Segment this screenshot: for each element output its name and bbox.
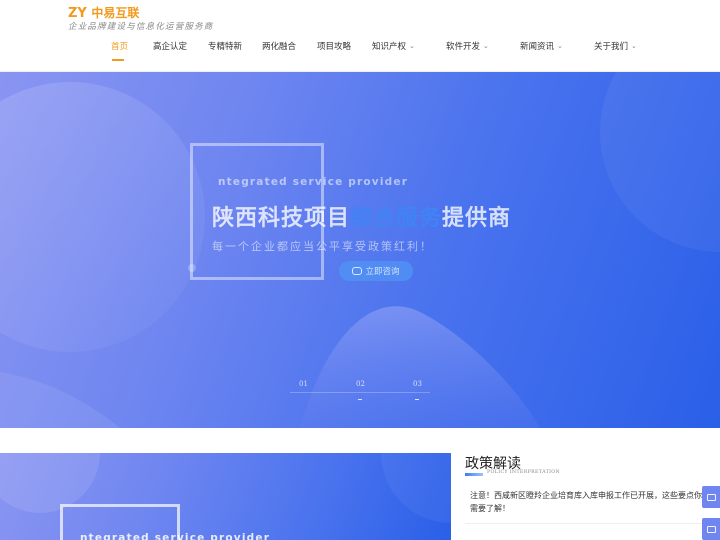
slide-marker xyxy=(358,399,362,400)
nav-item-label: 专精特新 xyxy=(208,42,243,52)
nav-item-ip[interactable]: 知识产权 ⌄ xyxy=(372,40,415,52)
nav-item-high-tech[interactable]: 高企认定 xyxy=(153,40,187,52)
nav-item-label: 项目攻略 xyxy=(317,42,352,52)
nav-item-specialized[interactable]: 专精特新 xyxy=(208,40,242,52)
phone-icon xyxy=(706,525,716,533)
nav-item-integration[interactable]: 两化融合 xyxy=(262,40,296,52)
hero-title-part1: 陕西科技项目 xyxy=(212,206,351,231)
float-phone-button[interactable] xyxy=(702,518,720,540)
nav-item-home[interactable]: 首页 xyxy=(111,40,128,52)
hero-banner[interactable]: ntegrated service provider 陕西科技项目综合服务提供商… xyxy=(0,72,720,428)
policy-banner-image[interactable]: ntegrated service provider xyxy=(0,453,451,540)
chat-icon xyxy=(352,267,363,275)
divider xyxy=(465,523,705,524)
nav-item-software[interactable]: 软件开发 ⌄ xyxy=(446,40,489,52)
nav-item-about[interactable]: 关于我们 ⌄ xyxy=(594,40,637,52)
nav-item-label: 关于我们 xyxy=(594,42,629,52)
message-icon xyxy=(706,493,716,501)
nav-item-news[interactable]: 新闻资讯 ⌄ xyxy=(520,40,563,52)
nav-item-label: 首页 xyxy=(111,42,129,52)
slide-pagination: 01 02 03 xyxy=(290,380,430,414)
hero-title-highlight: 综合服务 xyxy=(350,206,443,231)
slide-dot-3[interactable]: 03 xyxy=(413,380,422,388)
site-header: ZY 中易互联 企业品牌建设与信息化运营服务商 首页 高企认定 专精特新 两化融… xyxy=(0,0,720,72)
policy-section: 政策解读 POLICY INTERPRETATION 注意！西咸新区瞪羚企业培育… xyxy=(465,453,720,540)
chevron-down-icon: ⌄ xyxy=(557,42,563,50)
slide-dot-1[interactable]: 01 xyxy=(299,380,308,388)
consult-button[interactable]: 立即咨询 xyxy=(339,261,413,281)
nav-item-project-guide[interactable]: 项目攻略 xyxy=(317,40,351,52)
lower-subtitle: ntegrated service provider xyxy=(80,532,271,540)
main-nav: 首页 高企认定 专精特新 两化融合 项目攻略 知识产权 ⌄ 软件开发 ⌄ 新闻资讯 ⌄… xyxy=(100,40,700,64)
nav-item-label: 知识产权 xyxy=(372,42,407,52)
logo-wordmark: ZY 中易互联 xyxy=(68,4,139,21)
page: ZY 中易互联 企业品牌建设与信息化运营服务商 首页 高企认定 专精特新 两化融… xyxy=(0,0,720,540)
chevron-down-icon: ⌄ xyxy=(483,42,489,50)
chevron-down-icon: ⌄ xyxy=(409,42,415,50)
hero-subtitle: ntegrated service provider xyxy=(218,176,409,188)
slide-dot-2[interactable]: 02 xyxy=(356,380,365,388)
slide-marker xyxy=(415,399,419,400)
hero-description: 每一个企业都应当公平享受政策红利！ xyxy=(212,240,433,253)
float-contact-button[interactable] xyxy=(702,486,720,508)
nav-active-indicator xyxy=(112,59,124,61)
logo-mark-text: ZY xyxy=(68,6,87,21)
consult-button-label: 立即咨询 xyxy=(365,267,400,277)
nav-item-label: 高企认定 xyxy=(153,42,188,52)
policy-title-bar xyxy=(465,473,483,476)
logo-slogan: 企业品牌建设与信息化运营服务商 xyxy=(68,22,214,32)
logo[interactable]: ZY 中易互联 企业品牌建设与信息化运营服务商 xyxy=(68,4,228,32)
policy-title-en: POLICY INTERPRETATION xyxy=(487,470,561,475)
slide-track xyxy=(290,392,430,393)
nav-item-label: 新闻资讯 xyxy=(520,42,555,52)
hero-title-part2: 提供商 xyxy=(442,206,512,231)
chevron-down-icon: ⌄ xyxy=(631,42,637,50)
nav-item-label: 两化融合 xyxy=(262,42,297,52)
hero-title: 陕西科技项目综合服务提供商 xyxy=(212,200,511,232)
policy-list-item[interactable]: 注意！西咸新区瞪羚企业培育库入库申报工作已开展，这些要点你需要了解！ xyxy=(470,490,702,515)
nav-item-label: 软件开发 xyxy=(446,42,481,52)
logo-name-text: 中易互联 xyxy=(91,6,140,20)
